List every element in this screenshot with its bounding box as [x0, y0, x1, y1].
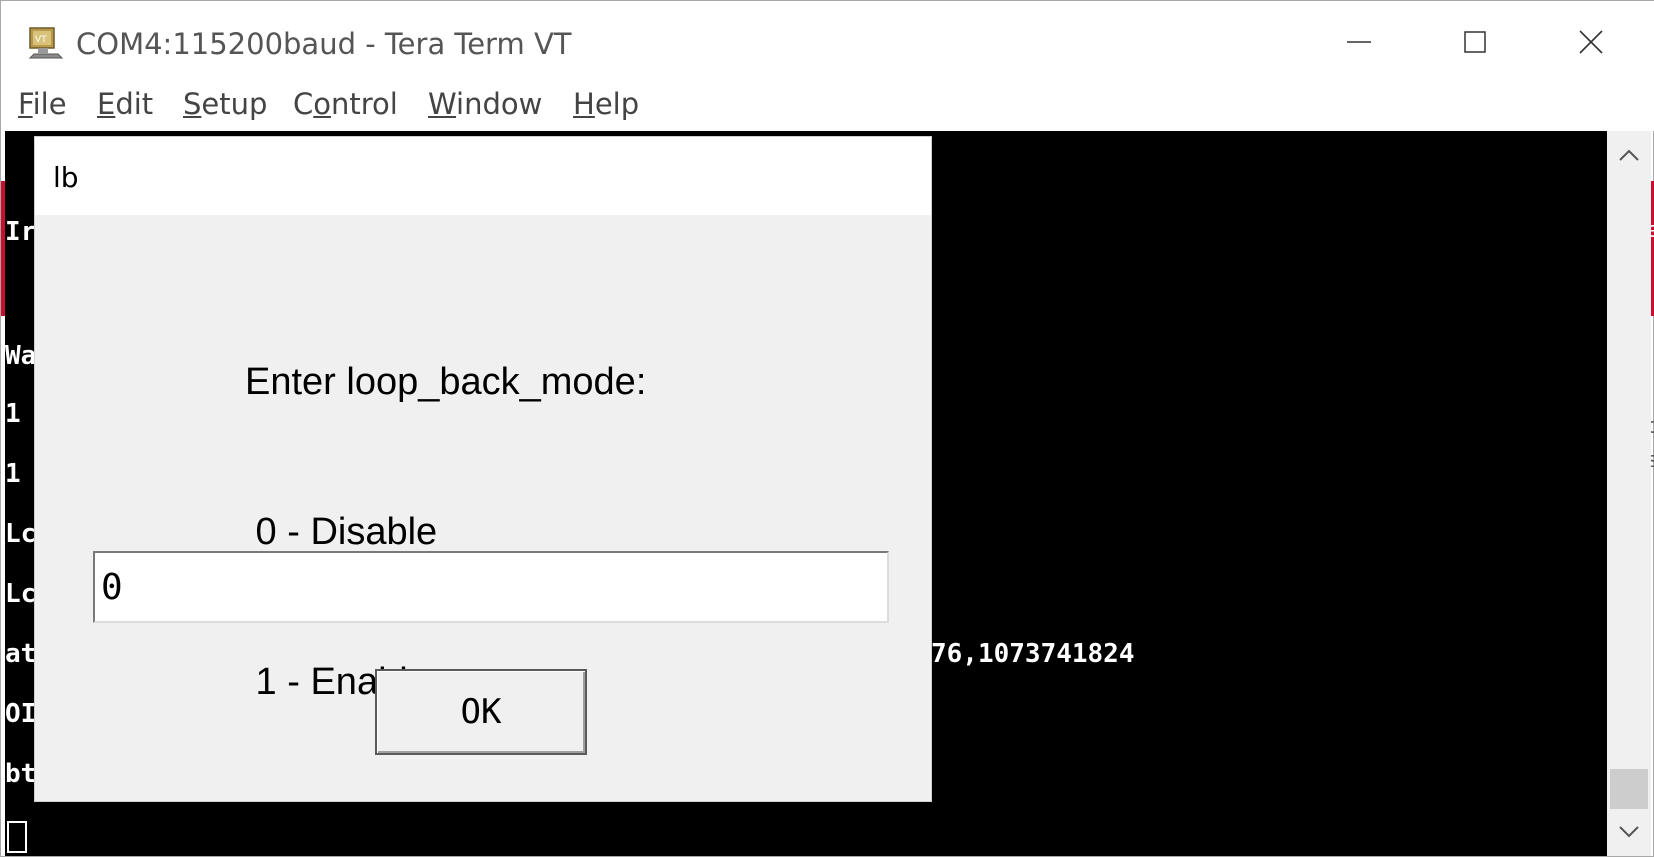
- menu-edit-accel: E: [97, 87, 116, 121]
- minimize-icon: [1347, 41, 1371, 43]
- title-bar[interactable]: VT COM4:115200baud - Tera Term VT: [1, 1, 1654, 83]
- teraterm-window: VT COM4:115200baud - Tera Term VT File E…: [0, 0, 1654, 857]
- ok-button[interactable]: OK: [375, 669, 587, 755]
- menu-help-accel: H: [573, 87, 595, 121]
- menu-control[interactable]: Control: [293, 87, 398, 121]
- app-icon-label: VT: [35, 35, 47, 45]
- menu-window-accel: W: [428, 87, 457, 121]
- menu-edit-label: dit: [115, 87, 154, 121]
- chevron-up-icon: [1619, 149, 1639, 161]
- maximize-button[interactable]: [1417, 1, 1533, 83]
- prompt-line: Enter loop_back_mode:: [245, 361, 647, 403]
- menu-edit[interactable]: Edit: [97, 87, 153, 121]
- menu-bar: File Edit Setup Control Window Help: [1, 83, 1654, 131]
- menu-control-pre: C: [293, 87, 314, 121]
- menu-help[interactable]: Help: [573, 87, 639, 121]
- terminal-line: at: [5, 639, 37, 669]
- menu-help-label: elp: [594, 87, 640, 121]
- menu-window[interactable]: Window: [428, 87, 542, 121]
- dialog-title: lb: [53, 161, 79, 194]
- terminal-line-tail: 76,1073741824: [931, 639, 1135, 669]
- minimize-button[interactable]: [1301, 1, 1417, 83]
- teraterm-app-icon[interactable]: VT: [28, 26, 64, 60]
- terminal-line: bt: [5, 759, 37, 789]
- menu-window-label: indow: [456, 87, 543, 121]
- menu-setup-accel: S: [183, 87, 202, 121]
- menu-setup[interactable]: Setup: [183, 87, 267, 121]
- menu-control-label: ntrol: [331, 87, 398, 121]
- scroll-down-button[interactable]: [1607, 808, 1651, 856]
- terminal-line: OI: [5, 699, 37, 729]
- vertical-scrollbar[interactable]: [1607, 131, 1651, 856]
- terminal-line: Lc: [5, 579, 37, 609]
- menu-setup-label: etup: [201, 87, 268, 121]
- input-dialog: lb Enter loop_back_mode: 0 - Disable 1 -…: [35, 137, 931, 801]
- close-icon: [1579, 30, 1603, 54]
- background-window-edge-left: [1, 181, 5, 316]
- maximize-icon: [1464, 31, 1486, 53]
- scroll-thumb[interactable]: [1610, 769, 1648, 809]
- terminal-line: 1: [5, 459, 21, 489]
- close-button[interactable]: [1533, 1, 1649, 83]
- menu-control-accel: o: [313, 87, 331, 121]
- dialog-title-bar[interactable]: lb: [35, 137, 931, 215]
- loop-back-mode-input[interactable]: [93, 551, 889, 623]
- terminal-line: Ir: [5, 217, 37, 247]
- chevron-down-icon: [1619, 826, 1639, 838]
- terminal-line: Lc: [5, 519, 37, 549]
- menu-file-accel: F: [18, 87, 33, 121]
- scroll-up-button[interactable]: [1607, 131, 1651, 179]
- terminal-line: Wa: [5, 341, 37, 371]
- menu-file[interactable]: File: [18, 87, 67, 121]
- prompt-line: 0 - Disable: [245, 511, 438, 553]
- terminal-line: 1: [5, 399, 21, 429]
- terminal-cursor: [7, 821, 27, 853]
- window-title: COM4:115200baud - Tera Term VT: [76, 27, 572, 61]
- menu-file-label: ile: [32, 87, 67, 121]
